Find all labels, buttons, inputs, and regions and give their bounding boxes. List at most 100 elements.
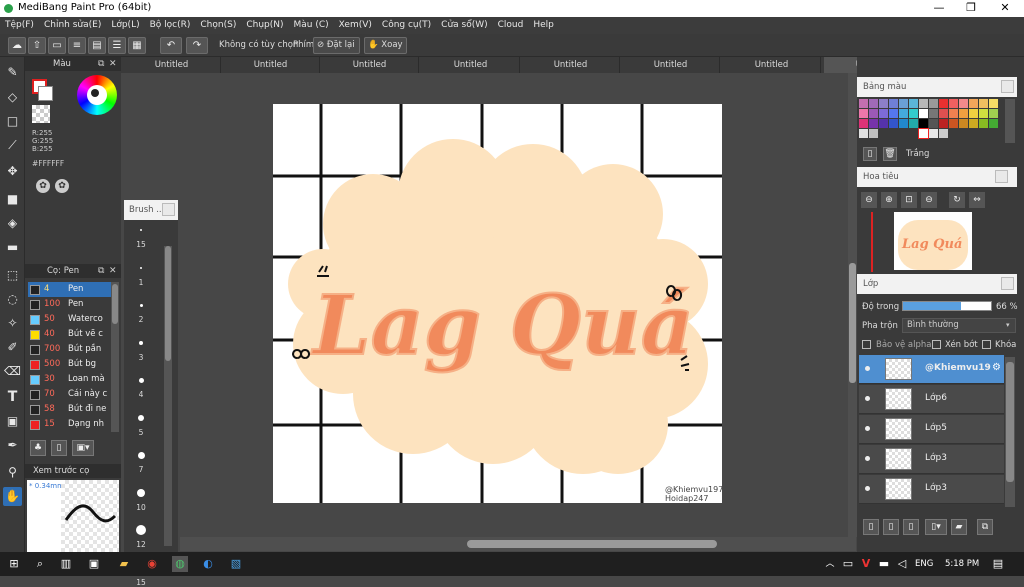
brush-list-item[interactable]: 40 Bút vẽ c (28, 327, 111, 342)
clock[interactable]: 5:18 PM (945, 559, 979, 569)
palette-swatch[interactable] (949, 99, 958, 108)
rotate-view-icon[interactable]: ↻ (949, 192, 965, 208)
vertical-scrollbar[interactable] (848, 73, 857, 537)
palette-swatch[interactable] (899, 99, 908, 108)
brush-list-item[interactable]: 700 Bút pần (28, 342, 111, 357)
zoom-out-icon[interactable]: ⊖ (861, 192, 877, 208)
chrome-icon[interactable]: ◉ (144, 556, 160, 572)
language-indicator[interactable]: ENG (915, 559, 933, 569)
minimize-button[interactable]: — (924, 0, 954, 17)
palette-swatch[interactable] (929, 129, 938, 138)
close-icon[interactable] (995, 170, 1008, 183)
palette-swatch[interactable] (939, 119, 948, 128)
move-tool-icon[interactable]: ✥ (3, 162, 22, 181)
zoom-in-icon[interactable]: ⊕ (881, 192, 897, 208)
brush-list-scroll-thumb[interactable] (112, 284, 118, 324)
tab-untitled[interactable]: Untitled (321, 57, 419, 73)
palette-swatch[interactable] (918, 128, 929, 139)
comment-icon[interactable]: ▭ (48, 37, 66, 54)
palette-swatch[interactable] (959, 129, 968, 138)
visibility-icon[interactable] (865, 396, 870, 401)
new-layer-icon[interactable]: ▯ (863, 519, 879, 535)
palette-swatch[interactable] (929, 119, 938, 128)
brush-size-dot[interactable] (137, 488, 145, 497)
menu-tools[interactable]: Công cụ(T) (377, 17, 436, 34)
brush-list-item[interactable]: 500 Bút bg (28, 357, 111, 372)
menu-help[interactable]: Help (528, 17, 559, 34)
undo-icon[interactable]: ↶ (160, 37, 182, 54)
brush-list-item[interactable]: 4 Pen (28, 282, 111, 297)
gear-icon[interactable]: ⚙ (992, 362, 1001, 373)
volume-icon[interactable]: ◁ (894, 556, 910, 572)
palette-swatch[interactable] (979, 99, 988, 108)
folder-icon[interactable]: ▰ (951, 519, 967, 535)
store-icon[interactable]: ▣ (86, 556, 102, 572)
close-icon[interactable] (162, 203, 175, 216)
transparent-swatch[interactable] (32, 105, 50, 123)
lock-checkbox[interactable] (982, 340, 991, 349)
fill-rect-tool-icon[interactable]: ■ (3, 190, 22, 209)
line-tool-icon[interactable]: ⟋ (3, 136, 22, 155)
palette-swatch[interactable] (899, 129, 908, 138)
color-wheel[interactable] (77, 75, 117, 115)
brush-size-dot[interactable] (138, 377, 144, 383)
vertical-scroll-thumb[interactable] (849, 263, 856, 383)
menu-layer[interactable]: Lớp(L) (106, 17, 144, 34)
reset-button[interactable]: ⊘ Đặt lại (313, 37, 360, 54)
new-layer-1bit-icon[interactable]: ▯ (903, 519, 919, 535)
palette-swatch[interactable] (899, 119, 908, 128)
palette-swatch[interactable] (889, 109, 898, 118)
palette-swatch[interactable] (979, 119, 988, 128)
layer-scroll-thumb[interactable] (1006, 362, 1014, 482)
palette-swatch[interactable] (869, 129, 878, 138)
palette-swatch[interactable] (929, 109, 938, 118)
tab-untitled[interactable]: Untitled (123, 57, 221, 73)
brush-list-item[interactable]: 15 Dạng nh (28, 417, 111, 432)
palette-swatch[interactable] (959, 99, 968, 108)
palette-swatch[interactable] (919, 99, 928, 108)
messenger-icon[interactable]: ◐ (200, 556, 216, 572)
palette-swatch[interactable] (969, 129, 978, 138)
close-icon[interactable]: ✕ (109, 57, 117, 71)
windows-start-icon[interactable]: ⊞ (6, 556, 22, 572)
popout-icon[interactable]: ⧉ (98, 264, 104, 278)
brush-size-label[interactable]: 2 (124, 315, 158, 324)
brush-size-label[interactable]: 3 (124, 353, 158, 362)
medibang-icon[interactable]: ◍ (172, 556, 188, 572)
brush-size-scroll-thumb[interactable] (165, 246, 171, 361)
new-layer-8bit-icon[interactable]: ▯ (883, 519, 899, 535)
palette-swatch[interactable] (949, 129, 958, 138)
eyedropper-tool-icon[interactable]: ⚲ (3, 463, 22, 482)
brush-menu-icon[interactable]: ▣▾ (72, 440, 94, 456)
eraser-tool-icon[interactable]: ◇ (3, 88, 22, 107)
menu-window[interactable]: Cửa sổ(W) (436, 17, 492, 34)
pen-tool-icon[interactable]: ✒ (3, 436, 22, 455)
blend-mode-select[interactable]: Bình thường ▾ (902, 318, 1016, 333)
palette-swatch[interactable] (869, 119, 878, 128)
task-view-icon[interactable]: ▥ (58, 556, 74, 572)
magic-wand-tool-icon[interactable]: ✧ (3, 314, 22, 333)
palette-swatch[interactable] (889, 129, 898, 138)
palette-swatch[interactable] (979, 109, 988, 118)
brush-size-scrollbar[interactable] (164, 246, 172, 546)
palette-swatch[interactable] (909, 99, 918, 108)
palette-swatch[interactable] (949, 109, 958, 118)
redo-icon[interactable]: ↷ (186, 37, 208, 54)
palette-swatch[interactable] (949, 119, 958, 128)
palette-swatch[interactable] (869, 99, 878, 108)
lasso-tool-icon[interactable]: ◌ (3, 290, 22, 309)
layer-scrollbar[interactable] (1005, 357, 1015, 507)
brush-size-label[interactable]: 15 (124, 578, 158, 587)
grid-icon[interactable]: ▦ (128, 37, 146, 54)
layer-row[interactable]: Lớp6 (859, 385, 1004, 414)
maximize-button[interactable]: ❐ (956, 0, 986, 17)
palette-swatch[interactable] (919, 109, 928, 118)
navigator-thumbnail[interactable]: Lag Quá (894, 212, 972, 270)
palette-swatch[interactable] (889, 99, 898, 108)
visibility-icon[interactable] (865, 426, 870, 431)
photos-icon[interactable]: ▧ (228, 556, 244, 572)
brush-list-item[interactable]: 30 Loan mà (28, 372, 111, 387)
fit-icon[interactable]: ⊡ (901, 192, 917, 208)
zoom-reset-icon[interactable]: ⊖ (921, 192, 937, 208)
palette-swatch[interactable] (889, 119, 898, 128)
